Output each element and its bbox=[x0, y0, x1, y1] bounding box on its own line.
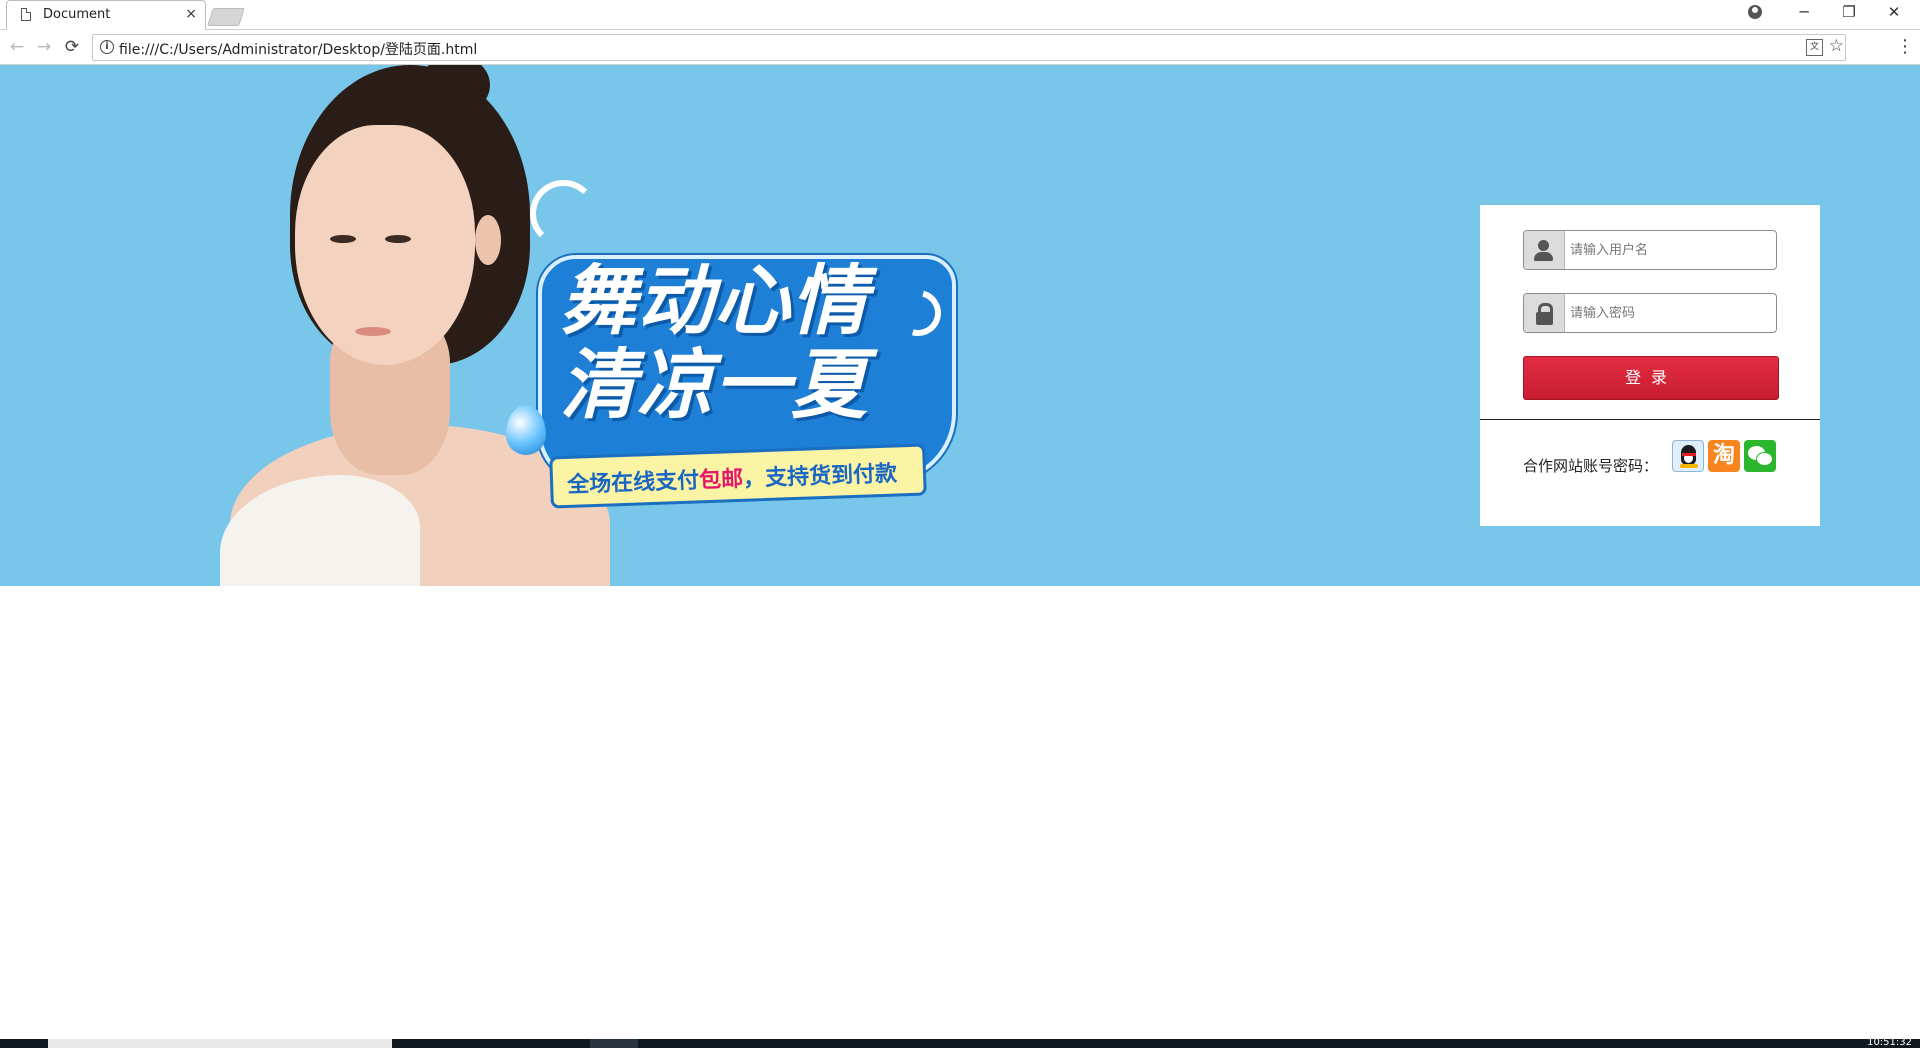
info-icon[interactable]: i bbox=[100, 40, 114, 54]
user-icon bbox=[1524, 231, 1565, 269]
browser-menu-icon[interactable]: ⋮ bbox=[1896, 36, 1914, 57]
login-panel: 登录 合作网站账号密码： 淘 bbox=[1480, 205, 1820, 526]
close-window-button[interactable]: ✕ bbox=[1874, 3, 1914, 25]
slogan-badge: 舞动心情 清凉一夏 全场在线支付包邮，支持货到付款 bbox=[500, 180, 956, 509]
translate-icon[interactable]: 文 bbox=[1806, 39, 1823, 56]
promo-text: 全场在线支付包邮，支持货到付款 bbox=[566, 461, 898, 498]
lock-icon bbox=[1524, 294, 1565, 332]
back-arrow-icon[interactable]: ← bbox=[6, 36, 28, 58]
url-text[interactable]: file:///C:/Users/Administrator/Desktop/登… bbox=[119, 39, 477, 59]
username-input[interactable] bbox=[1568, 238, 1772, 262]
restore-button[interactable]: ❐ bbox=[1829, 3, 1869, 25]
os-taskbar: 10:51:32 bbox=[0, 1037, 1920, 1048]
hero-banner: 舞动心情 清凉一夏 全场在线支付包邮，支持货到付款 登录 合作网站账号密码： 淘 bbox=[0, 65, 1920, 586]
reload-icon[interactable]: ⟳ bbox=[61, 36, 83, 58]
taskbar-item[interactable] bbox=[590, 1039, 638, 1048]
bookmark-star-icon[interactable]: ☆ bbox=[1829, 36, 1844, 56]
browser-tab-strip: Document × ─ ❐ ✕ bbox=[0, 0, 1920, 30]
tab-close-icon[interactable]: × bbox=[185, 6, 197, 22]
partner-login-label: 合作网站账号密码： bbox=[1523, 457, 1659, 475]
minimize-button[interactable]: ─ bbox=[1784, 3, 1824, 25]
tab-title: Document bbox=[43, 7, 111, 22]
divider bbox=[1480, 419, 1820, 420]
browser-tab[interactable]: Document × bbox=[6, 0, 206, 30]
slogan-line-2: 清凉一夏 bbox=[560, 340, 868, 429]
password-field[interactable] bbox=[1523, 293, 1777, 333]
taobao-icon[interactable]: 淘 bbox=[1708, 440, 1740, 472]
login-button[interactable]: 登录 bbox=[1523, 356, 1779, 400]
slogan-line-1: 舞动心情 bbox=[560, 256, 868, 345]
qq-icon[interactable] bbox=[1672, 440, 1704, 472]
taskbar-browser-item[interactable] bbox=[48, 1039, 392, 1048]
taskbar-clock: 10:51:32 bbox=[1867, 1037, 1912, 1048]
document-icon bbox=[21, 8, 31, 21]
username-field[interactable] bbox=[1523, 230, 1777, 270]
password-input[interactable] bbox=[1568, 301, 1772, 325]
new-tab-button[interactable] bbox=[207, 8, 245, 26]
address-bar[interactable]: i file:///C:/Users/Administrator/Desktop… bbox=[92, 34, 1846, 61]
wechat-icon[interactable] bbox=[1744, 440, 1776, 472]
forward-arrow-icon[interactable]: → bbox=[33, 36, 55, 58]
free-shipping-highlight: 包邮 bbox=[698, 466, 744, 494]
browser-toolbar: ← → ⟳ i file:///C:/Users/Administrator/D… bbox=[0, 30, 1920, 65]
profile-icon[interactable] bbox=[1748, 5, 1762, 19]
